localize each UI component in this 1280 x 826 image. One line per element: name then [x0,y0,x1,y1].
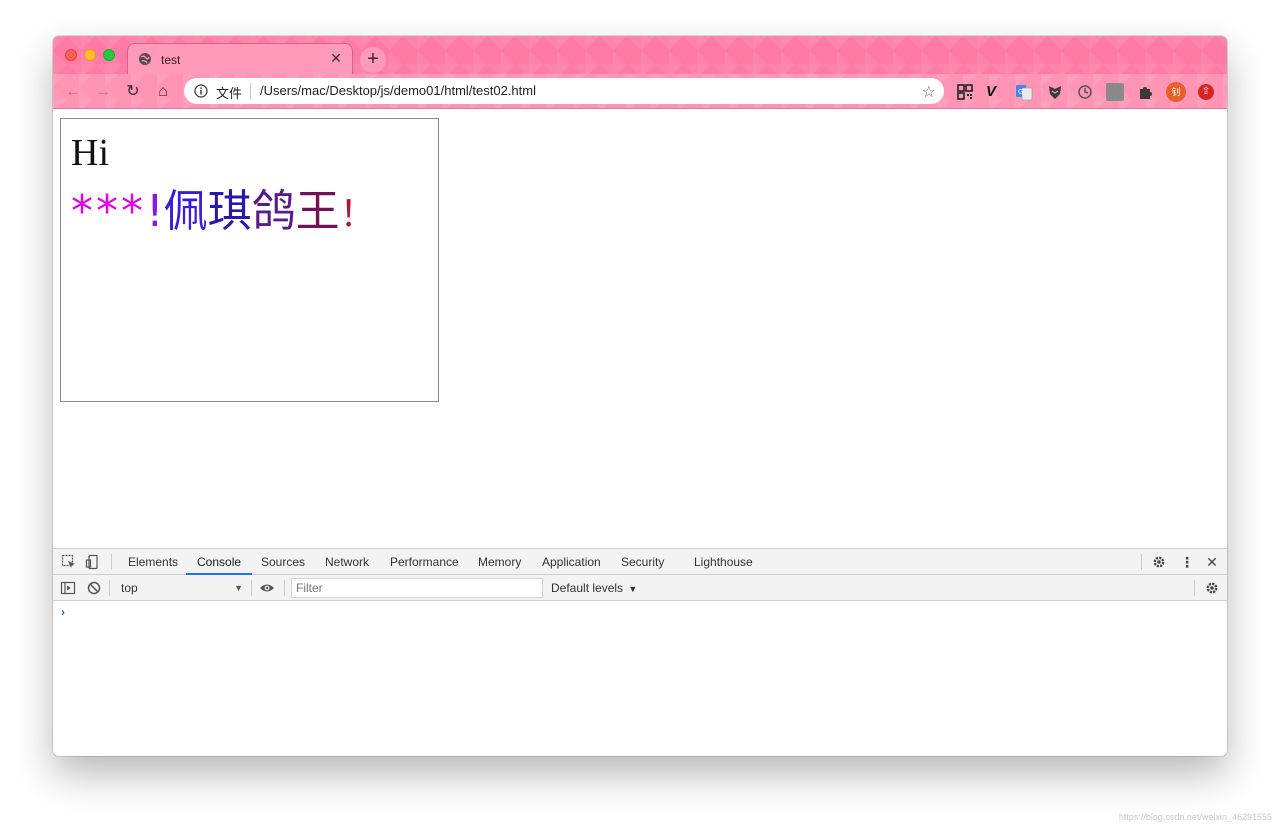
devtools-divider [1194,580,1195,596]
tab-title: test [161,53,181,67]
message-char: 王 [295,186,340,237]
context-select[interactable]: top ▼ [115,579,247,597]
bookmark-star-icon[interactable]: ☆ [922,82,936,102]
clear-console-icon[interactable] [86,580,102,596]
puzzle-icon[interactable] [1136,83,1154,101]
console-prompt[interactable]: › [61,605,65,619]
chevron-down-icon: ▼ [234,583,243,593]
sidebar-toggle-icon[interactable] [60,580,76,596]
devtools-divider [1141,554,1142,570]
address-divider [250,83,251,99]
address-bar[interactable]: 文件 /Users/mac/Desktop/js/demo01/html/tes… [184,78,944,104]
log-levels-label: Default levels [551,581,624,595]
chevron-down-icon: ▼ [628,584,638,594]
browser-window: test ✕ + ← → ↻ ⌂ 文件 /Users/mac/Desktop/j… [53,36,1227,756]
tab-elements[interactable]: Elements [128,549,178,575]
console-toolbar: top ▼ Default levels ▼ [53,575,1227,601]
message-stars: *** [71,186,146,237]
fox-extension-icon[interactable] [1046,83,1064,101]
settings-gear-icon[interactable] [1151,554,1167,570]
globe-icon [139,53,151,65]
tab-security[interactable]: Security [621,549,664,575]
close-devtools-icon[interactable]: ✕ [1204,554,1220,570]
zoom-window-button[interactable] [103,49,115,61]
scheme-label: 文件 [216,86,243,101]
message-char: 佩 [163,186,208,237]
inspect-element-icon[interactable] [61,554,77,570]
tab-strip: test ✕ + [53,36,1227,74]
browser-tab[interactable]: test ✕ [127,43,353,74]
info-icon[interactable] [194,84,208,98]
gray-square-icon[interactable] [1106,83,1124,101]
message-char: 鸽 [251,186,296,237]
devtools-divider [111,554,112,570]
page-heading: Hi [71,132,109,174]
filter-input[interactable] [291,578,543,598]
message-exclaim: ! [146,186,164,237]
vd-extension-icon[interactable]: V [986,83,1004,101]
tab-console[interactable]: Console [186,549,253,575]
colored-message: ***!佩琪鸽王！ [71,184,376,243]
devtools-divider [251,580,252,596]
url-text[interactable]: /Users/mac/Desktop/js/demo01/html/test02… [260,83,536,98]
devtools-panel: Elements Console Sources Network Perform… [53,548,1227,756]
new-tab-button[interactable]: + [360,47,386,73]
home-icon[interactable]: ⌂ [153,82,173,102]
reload-icon[interactable]: ↻ [123,82,143,102]
message-end: ！ [339,194,376,235]
device-toolbar-icon[interactable] [85,554,101,570]
update-icon[interactable]: ⇧ [1198,84,1214,100]
console-settings-gear-icon[interactable] [1204,580,1220,596]
tab-network[interactable]: Network [325,549,369,575]
qr-code-icon[interactable] [956,83,974,101]
log-levels-dropdown[interactable]: Default levels ▼ [551,579,637,598]
tab-sources[interactable]: Sources [261,549,305,575]
page-viewport: Hi ***!佩琪鸽王！ [53,110,1227,548]
context-value: top [121,581,138,595]
canvas-box: Hi ***!佩琪鸽王！ [60,118,439,402]
minimize-window-button[interactable] [84,49,96,61]
more-options-icon[interactable]: ⋮ [1179,554,1195,570]
svg-text:G: G [1018,88,1023,96]
forward-arrow-icon[interactable]: → [93,82,113,102]
message-char: 琪 [207,186,252,237]
devtools-divider [284,580,285,596]
eye-icon[interactable] [259,580,275,596]
devtools-divider [109,580,110,596]
tab-close-icon[interactable]: ✕ [328,50,344,66]
watermark: https://blog.csdn.net/weixin_46291555 [1118,812,1272,822]
tab-application[interactable]: Application [542,549,601,575]
close-window-button[interactable] [65,49,77,61]
devtools-tabbar: Elements Console Sources Network Perform… [53,549,1227,575]
tab-performance[interactable]: Performance [390,549,459,575]
history-icon[interactable] [1076,83,1094,101]
translate-icon[interactable]: G [1015,83,1033,101]
avatar-icon[interactable]: 钊 [1166,82,1186,102]
tab-lighthouse[interactable]: Lighthouse [694,549,753,575]
browser-toolbar: ← → ↻ ⌂ 文件 /Users/mac/Desktop/js/demo01/… [53,74,1227,109]
back-arrow-icon[interactable]: ← [63,82,83,102]
tab-memory[interactable]: Memory [478,549,521,575]
